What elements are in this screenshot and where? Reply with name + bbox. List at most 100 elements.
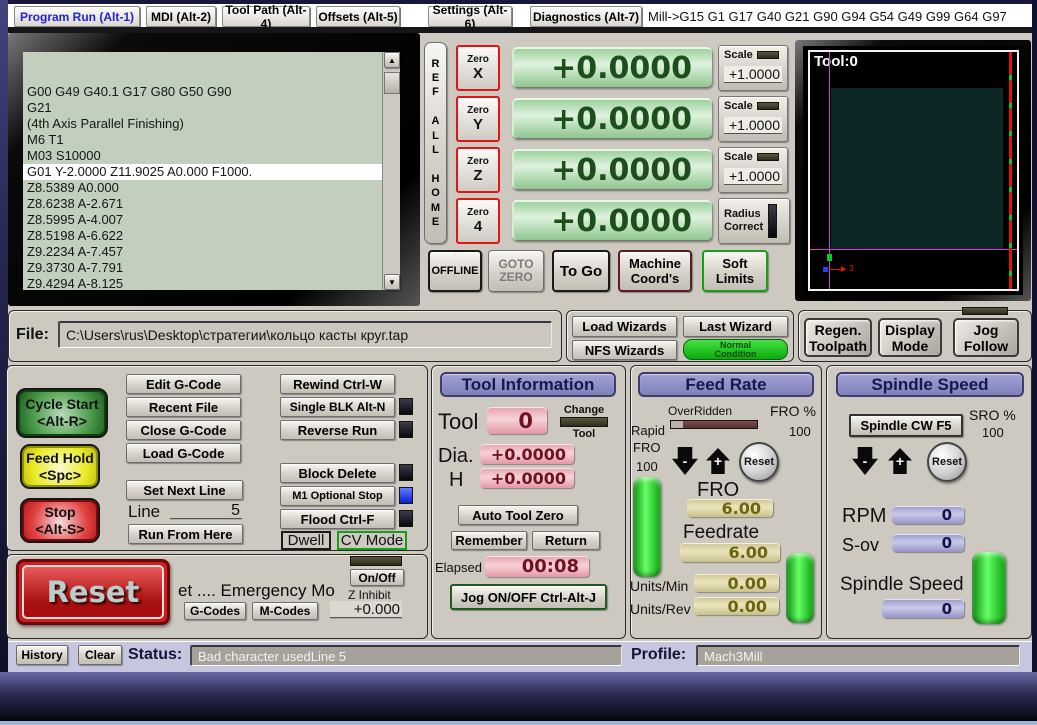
gcode-line[interactable]: (4th Axis Parallel Finishing) [23, 116, 382, 132]
fro-slider[interactable] [633, 477, 661, 577]
gcode-line[interactable]: M6 T1 [23, 132, 382, 148]
machine-coords-button[interactable]: Machine Coord's [618, 250, 692, 292]
scrollbar-up-icon[interactable]: ▲ [384, 52, 400, 68]
z-inhibit-value-dro[interactable]: +0.000 [330, 601, 402, 619]
status-message-field[interactable]: Bad character usedLine 5 [190, 645, 622, 666]
stop-button[interactable]: Stop <Alt-S> [20, 498, 100, 543]
a-axis-dro[interactable]: +0.0000 [512, 200, 712, 240]
change-tool-label-top: Change [563, 404, 605, 416]
gcodes-button[interactable]: G-Codes [184, 602, 246, 620]
x-scale-box[interactable]: Scale +1.0000 [718, 45, 788, 91]
gcode-line[interactable]: Z9.4294 A-8.125 [23, 276, 382, 290]
toolpath-display[interactable]: Tool:0 3 [803, 46, 1023, 295]
tab-settings[interactable]: Settings (Alt-6) [428, 3, 512, 31]
gcode-line[interactable]: Z9.3730 A-7.791 [23, 260, 382, 276]
x-scale-value[interactable]: +1.0000 [724, 66, 782, 83]
y-axis-dro[interactable]: +0.0000 [512, 98, 712, 138]
zero-z-button[interactable]: Zero Z [456, 147, 500, 193]
close-gcode-button[interactable]: Close G-Code [126, 420, 241, 440]
soft-limits-button[interactable]: Soft Limits [702, 250, 768, 292]
to-go-button[interactable]: To Go [552, 250, 610, 292]
zero-4-button[interactable]: Zero 4 [456, 198, 500, 244]
return-button[interactable]: Return [532, 531, 600, 550]
scrollbar-thumb[interactable] [384, 72, 400, 94]
run-from-here-button[interactable]: Run From Here [128, 524, 243, 544]
spindle-reset-button[interactable]: Reset [927, 442, 967, 482]
spindle-speed-dro[interactable]: 0 [882, 599, 964, 618]
ref-all-home-button[interactable]: R E F A L L H O M E [424, 42, 447, 244]
cycle-start-button[interactable]: Cycle Start <Alt-R> [16, 388, 108, 438]
dwell-indicator[interactable]: Dwell [281, 531, 331, 550]
rewind-button[interactable]: Rewind Ctrl-W [280, 374, 395, 394]
gcode-line[interactable] [23, 52, 382, 68]
tab-program-run[interactable]: Program Run (Alt-1) [14, 6, 140, 27]
z-axis-dro[interactable]: +0.0000 [512, 149, 712, 189]
set-next-line-button[interactable]: Set Next Line [126, 480, 243, 500]
file-path-field[interactable]: C:\Users\rus\Desktop\стратегии\кольцо ка… [58, 321, 552, 348]
last-wizard-button[interactable]: Last Wizard [683, 316, 788, 337]
load-wizards-button[interactable]: Load Wizards [572, 316, 677, 337]
jog-onoff-button[interactable]: Jog ON/OFF Ctrl-Alt-J [450, 584, 607, 610]
radius-correct-button[interactable]: Radius Correct [718, 198, 790, 244]
gcode-scrollbar[interactable]: ▲ ▼ [382, 52, 400, 290]
profile-field[interactable]: Mach3Mill [696, 645, 1020, 666]
gcode-line[interactable]: Z8.6238 A-2.671 [23, 196, 382, 212]
gcode-current-line[interactable]: G01 Y-2.0000 Z11.9025 A0.000 F1000. [23, 164, 382, 180]
edit-gcode-button[interactable]: Edit G-Code [126, 374, 241, 394]
z-scale-box[interactable]: Scale +1.0000 [718, 147, 788, 193]
clear-button[interactable]: Clear [78, 645, 122, 665]
normal-condition-indicator[interactable]: Normal Condition [683, 339, 788, 360]
gcode-line[interactable]: Z9.2234 A-7.457 [23, 244, 382, 260]
jog-follow-button[interactable]: Jog Follow [953, 318, 1019, 357]
gcode-line[interactable]: M03 S10000 [23, 148, 382, 164]
block-delete-button[interactable]: Block Delete [280, 463, 395, 483]
on-off-button[interactable]: On/Off [350, 569, 404, 586]
tab-mdi[interactable]: MDI (Alt-2) [146, 6, 216, 27]
recent-file-button[interactable]: Recent File [126, 397, 241, 417]
spindle-cw-button[interactable]: Spindle CW F5 [849, 414, 963, 437]
remember-button[interactable]: Remember [451, 531, 527, 550]
zero-x-button[interactable]: Zero X [456, 45, 500, 91]
gcode-line[interactable]: Z8.5389 A0.000 [23, 180, 382, 196]
reset-button[interactable]: Reset [16, 559, 170, 625]
tool-h-dro[interactable]: +0.0000 [480, 468, 574, 488]
history-button[interactable]: History [16, 645, 68, 665]
nfs-wizards-button[interactable]: NFS Wizards [572, 340, 677, 360]
feedrate-slider[interactable] [786, 553, 814, 623]
scrollbar-down-icon[interactable]: ▼ [384, 274, 400, 290]
tab-offsets[interactable]: Offsets (Alt-5) [316, 6, 400, 27]
tool-dia-dro[interactable]: +0.0000 [480, 444, 574, 464]
gcode-line[interactable]: Z8.5995 A-4.007 [23, 212, 382, 228]
y-scale-value[interactable]: +1.0000 [724, 117, 782, 134]
offline-button[interactable]: OFFLINE [428, 250, 482, 292]
single-blk-button[interactable]: Single BLK Alt-N [280, 397, 395, 417]
y-scale-box[interactable]: Scale +1.0000 [718, 96, 788, 142]
load-gcode-button[interactable]: Load G-Code [126, 443, 241, 463]
flood-button[interactable]: Flood Ctrl-F [280, 509, 395, 529]
zero-y-button[interactable]: Zero Y [456, 96, 500, 142]
m1-optional-stop-button[interactable]: M1 Optional Stop [280, 486, 395, 506]
z-scale-value[interactable]: +1.0000 [724, 168, 782, 185]
mcodes-button[interactable]: M-Codes [252, 602, 318, 620]
gcode-list[interactable]: G00 G49 G40.1 G17 G80 G50 G90 G21 (4th A… [23, 52, 382, 290]
cv-mode-indicator[interactable]: CV Mode [337, 531, 407, 550]
feed-hold-button[interactable]: Feed Hold <Spc> [20, 444, 100, 489]
goto-zero-button[interactable]: GOTO ZERO [488, 250, 544, 292]
feed-reset-button[interactable]: Reset [739, 442, 779, 482]
tab-diagnostics[interactable]: Diagnostics (Alt-7) [530, 6, 642, 27]
x-axis-dro[interactable]: +0.0000 [512, 47, 712, 87]
regen-toolpath-button[interactable]: Regen. Toolpath [804, 318, 872, 357]
reverse-run-button[interactable]: Reverse Run [280, 420, 395, 440]
auto-tool-zero-button[interactable]: Auto Tool Zero [458, 505, 578, 525]
gcode-line[interactable] [23, 68, 382, 84]
gcode-line[interactable]: G21 [23, 100, 382, 116]
gcode-line[interactable]: G00 G49 G40.1 G17 G80 G50 G90 [23, 84, 382, 100]
gcode-line[interactable]: Z8.5198 A-6.622 [23, 228, 382, 244]
tool-number-dro[interactable]: 0 [487, 407, 547, 434]
line-number-dro[interactable]: 5 [170, 502, 242, 520]
display-mode-button[interactable]: Display Mode [878, 318, 942, 357]
spindle-slider[interactable] [972, 552, 1006, 624]
fro-dro[interactable]: 6.00 [687, 499, 773, 518]
tab-tool-path[interactable]: Tool Path (Alt-4) [222, 3, 310, 31]
change-tool-button[interactable]: Change Tool [556, 404, 612, 442]
